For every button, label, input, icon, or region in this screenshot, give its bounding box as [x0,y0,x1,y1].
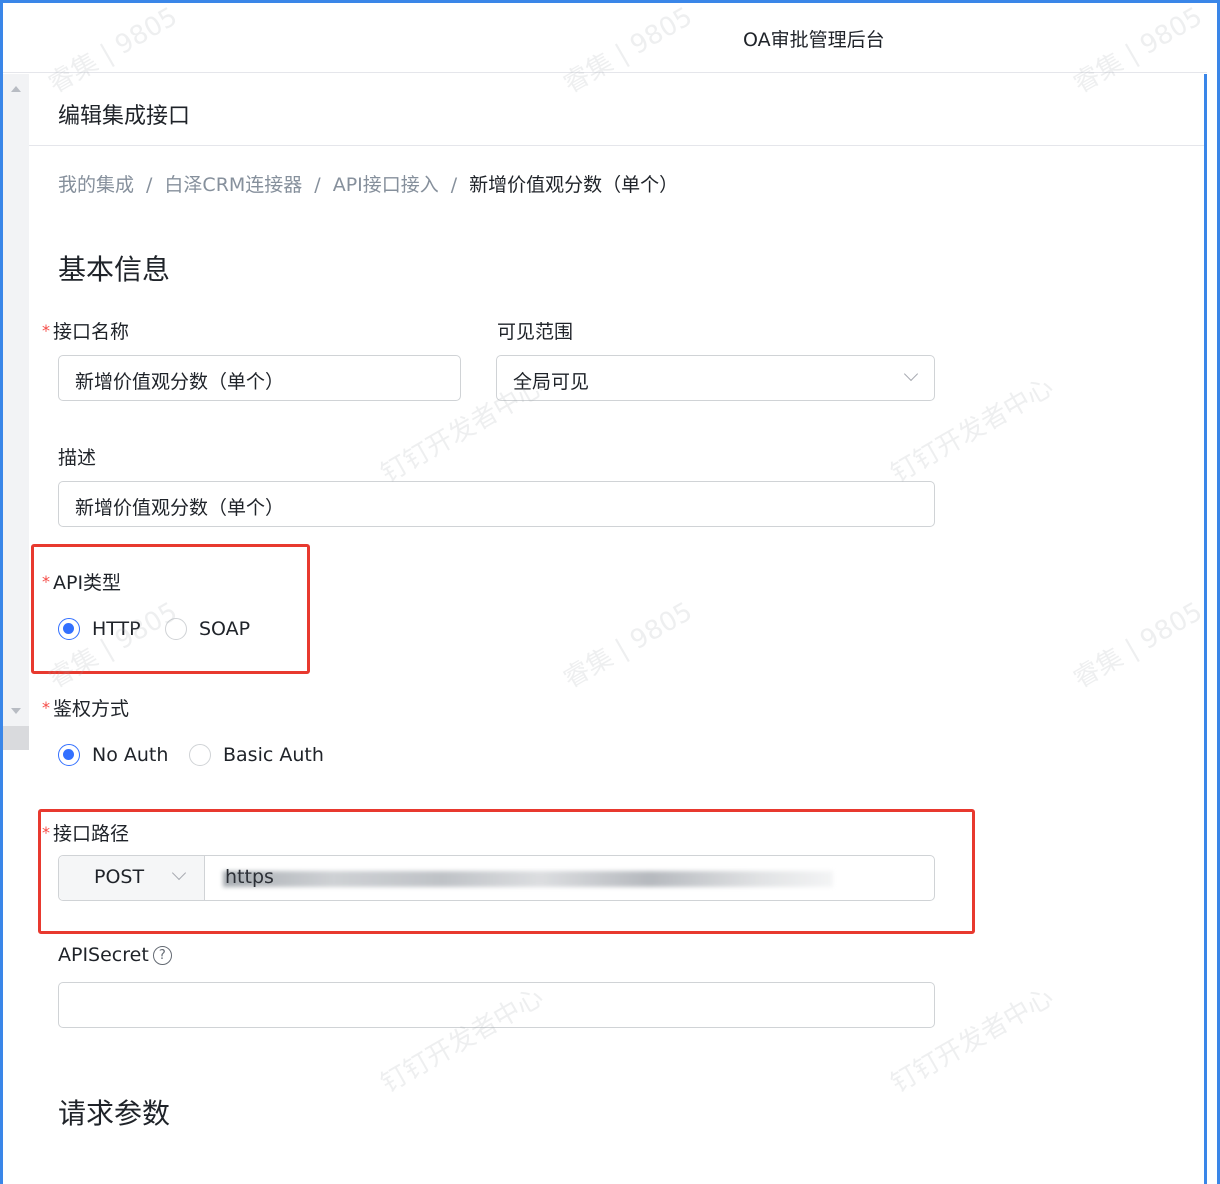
auth-radio-basic-auth[interactable]: Basic Auth [189,744,324,766]
window-right-edge [1204,74,1207,1184]
section-title-basic-info: 基本信息 [58,253,171,286]
name-label-text: 接口名称 [53,321,130,343]
required-asterisk: * [42,321,50,340]
scrollbar-thumb[interactable] [3,726,29,750]
radio-unselected-icon [189,744,211,766]
breadcrumb: 我的集成 / 白泽CRM连接器 / API接口接入 / 新增价值观分数（单个） [58,170,678,197]
breadcrumb-item-api-access[interactable]: API接口接入 [333,174,439,196]
breadcrumb-separator: / [146,174,153,196]
breadcrumb-item-connector[interactable]: 白泽CRM连接器 [164,174,302,196]
question-circle-icon[interactable]: ? [152,946,172,965]
required-asterisk: * [42,698,50,717]
left-scrollbar[interactable] [3,74,29,750]
path-highlight-box [38,809,975,934]
breadcrumb-item-my-integrations[interactable]: 我的集成 [58,174,134,196]
page-title: 编辑集成接口 [58,104,191,129]
visibility-select[interactable]: 全局可见 [496,355,935,401]
visibility-select-value: 全局可见 [513,371,590,393]
radio-label: Basic Auth [223,744,324,766]
radio-selected-icon [58,744,80,766]
breadcrumb-current: 新增价值观分数（单个） [469,174,679,196]
name-input[interactable]: 新增价值观分数（单个） [58,355,461,401]
description-label: 描述 [58,447,97,469]
api-type-highlight-box [31,544,310,674]
breadcrumb-separator: / [314,174,321,196]
name-label: * 接口名称 [42,317,129,344]
api-secret-label: APISecret? [58,944,172,967]
breadcrumb-separator: / [450,174,458,196]
page-header: 编辑集成接口 [29,74,1204,146]
description-input[interactable]: 新增价值观分数（单个） [58,481,935,527]
chevron-down-icon [903,366,919,382]
radio-label: No Auth [92,744,169,766]
api-secret-label-text: APISecret [58,944,149,966]
scroll-down-icon[interactable] [11,708,21,714]
api-secret-input[interactable] [58,982,935,1028]
scroll-up-icon[interactable] [11,86,21,92]
auth-radio-no-auth[interactable]: No Auth [58,744,168,766]
auth-label-text: 鉴权方式 [53,698,130,720]
section-title-request-params: 请求参数 [58,1097,171,1130]
app-title: OA审批管理后台 [743,29,885,51]
top-bar: OA审批管理后台 [3,3,1207,73]
auth-label: * 鉴权方式 [42,694,129,721]
visibility-label: 可见范围 [497,321,574,343]
